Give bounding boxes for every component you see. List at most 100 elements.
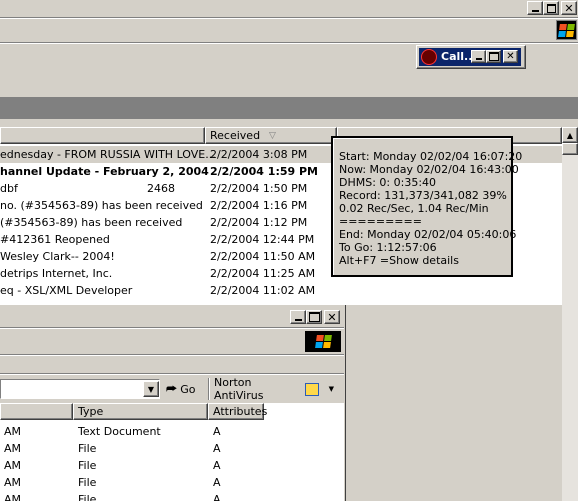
message-received: 2/2/2004 12:44 PM — [210, 233, 315, 246]
go-label: Go — [180, 382, 196, 396]
tooltip-line: Start: Monday 02/02/04 16:07:20 — [339, 150, 523, 163]
maximize-icon — [308, 312, 320, 322]
folder-banner — [0, 97, 578, 119]
call-mini-window[interactable]: Call... ✕ — [416, 45, 526, 69]
file-row[interactable]: AM File A — [0, 474, 344, 491]
file-attr: A — [213, 425, 221, 438]
maximize-icon — [488, 52, 499, 61]
file-type: File — [78, 442, 97, 455]
tooltip-line: To Go: 1:12:57:06 — [339, 241, 437, 254]
message-subject: hannel Update - February 2, 2004 — [0, 165, 209, 178]
message-subject: no. (#354563-89) has been received — [0, 199, 203, 212]
file-modified: AM — [4, 442, 22, 455]
explorer-minimize-button[interactable] — [290, 310, 306, 324]
minimize-button[interactable] — [527, 1, 543, 15]
message-size: 2468 — [147, 182, 175, 195]
message-subject: detrips Internet, Inc. — [0, 267, 113, 280]
file-attr: A — [213, 493, 221, 501]
close-icon: ✕ — [327, 310, 337, 324]
file-modified: AM — [4, 425, 22, 438]
close-button[interactable]: ✕ — [561, 1, 577, 15]
app-icon — [421, 49, 437, 65]
message-subject: eq - XSL/XML Developer — [0, 284, 133, 297]
explorer-window: ✕ ▼ ⮫ Go Norton AntiVirus ▼ Type Attribu… — [0, 305, 346, 501]
address-input[interactable]: ▼ — [0, 379, 160, 399]
tooltip-line: DHMS: 0: 0:35:40 — [339, 176, 437, 189]
file-row[interactable]: AM File A — [0, 491, 344, 501]
main-caption-buttons: ✕ — [522, 0, 578, 16]
file-row[interactable]: AM File A — [0, 457, 344, 474]
tooltip-line: Now: Monday 02/02/04 16:43:00 — [339, 163, 519, 176]
column-header-type[interactable]: Type — [73, 403, 208, 420]
message-row[interactable]: eq - XSL/XML Developer 2/2/2004 11:02 AM — [0, 282, 562, 299]
tooltip-line: Alt+F7 =Show details — [339, 254, 459, 267]
message-received: 2/2/2004 1:16 PM — [210, 199, 308, 212]
file-row[interactable]: AM File A — [0, 440, 344, 457]
message-list-scrollbar[interactable]: ▲ — [562, 127, 578, 501]
file-row[interactable]: AM Text Document A — [0, 423, 344, 440]
restore-button[interactable] — [543, 1, 559, 15]
mini-minimize-button[interactable] — [471, 50, 486, 63]
file-rows: AM Text Document A AM File A AM File A AM File A AM F… — [0, 423, 344, 501]
arrow-up-icon: ▲ — [566, 130, 574, 140]
go-arrow-icon: ⮫ — [166, 381, 178, 396]
message-received: 2/2/2004 3:08 PM — [210, 148, 308, 161]
toolbar-separator — [208, 378, 210, 400]
explorer-divider-3 — [0, 373, 344, 375]
message-received: 2/2/2004 11:50 AM — [210, 250, 316, 263]
received-header-label: Received — [210, 129, 261, 142]
minimize-icon — [475, 58, 482, 60]
attributes-header-label: Attributes — [213, 405, 268, 418]
file-attr: A — [213, 442, 221, 455]
file-type: Text Document — [78, 425, 161, 438]
norton-label: Norton AntiVirus — [214, 376, 264, 402]
file-attr: A — [213, 476, 221, 489]
message-subject: (#354563-89) has been received — [0, 216, 183, 229]
chevron-down-icon: ▼ — [328, 385, 334, 393]
message-received: 2/2/2004 11:02 AM — [210, 284, 316, 297]
scroll-thumb[interactable] — [562, 143, 578, 155]
message-received: 2/2/2004 1:12 PM — [210, 216, 308, 229]
explorer-windows-logo-icon — [305, 331, 341, 352]
chevron-down-icon: ▼ — [147, 384, 155, 394]
column-header-subject[interactable] — [0, 127, 205, 144]
toolbar-divider-2 — [0, 42, 578, 44]
message-subject: ednesday - FROM RUSSIA WITH LOVE... — [0, 148, 216, 161]
file-modified: AM — [4, 459, 22, 472]
type-header-label: Type — [78, 405, 104, 418]
close-icon: ✕ — [564, 1, 574, 15]
message-received: 2/2/2004 1:59 PM — [210, 165, 318, 178]
windows-logo-icon — [556, 20, 577, 40]
mini-maximize-button[interactable] — [486, 50, 501, 63]
address-dropdown-button[interactable]: ▼ — [143, 381, 159, 397]
file-attr: A — [213, 459, 221, 472]
restore-icon — [546, 3, 556, 13]
file-modified: AM — [4, 493, 22, 501]
explorer-close-button[interactable]: ✕ — [324, 310, 340, 324]
tooltip-line: 0.02 Rec/Sec, 1.04 Rec/Min — [339, 202, 489, 215]
column-header-modified[interactable] — [0, 403, 73, 420]
tooltip-line: End: Monday 02/02/04 05:40:06 — [339, 228, 517, 241]
tooltip-line: ========= — [339, 215, 422, 228]
column-header-attributes[interactable]: Attributes — [208, 403, 268, 420]
progress-tooltip: Start: Monday 02/02/04 16:07:20 Now: Mond… — [331, 136, 522, 277]
explorer-divider-2 — [0, 354, 344, 356]
call-mini-titlebar[interactable]: Call... ✕ — [419, 48, 521, 66]
explorer-divider-1 — [0, 327, 344, 329]
message-received: 2/2/2004 11:25 AM — [210, 267, 316, 280]
message-subject: dbf — [0, 182, 18, 195]
file-modified: AM — [4, 476, 22, 489]
explorer-maximize-button[interactable] — [306, 310, 322, 324]
file-type: File — [78, 459, 97, 472]
message-received: 2/2/2004 1:50 PM — [210, 182, 308, 195]
message-subject: #412361 Reopened — [0, 233, 110, 246]
tooltip-line: Record: 131,373/341,082 39% — [339, 189, 507, 202]
message-subject: Wesley Clark-- 2004! — [0, 250, 115, 263]
mini-close-button[interactable]: ✕ — [503, 50, 518, 63]
column-header-received[interactable]: Received ▽ — [205, 127, 337, 144]
norton-antivirus-button[interactable]: Norton AntiVirus ▼ — [214, 376, 334, 402]
minimize-icon — [531, 10, 539, 12]
go-button[interactable]: ⮫ Go — [166, 380, 204, 398]
scroll-up-button[interactable]: ▲ — [562, 127, 578, 143]
minimize-icon — [294, 319, 302, 321]
